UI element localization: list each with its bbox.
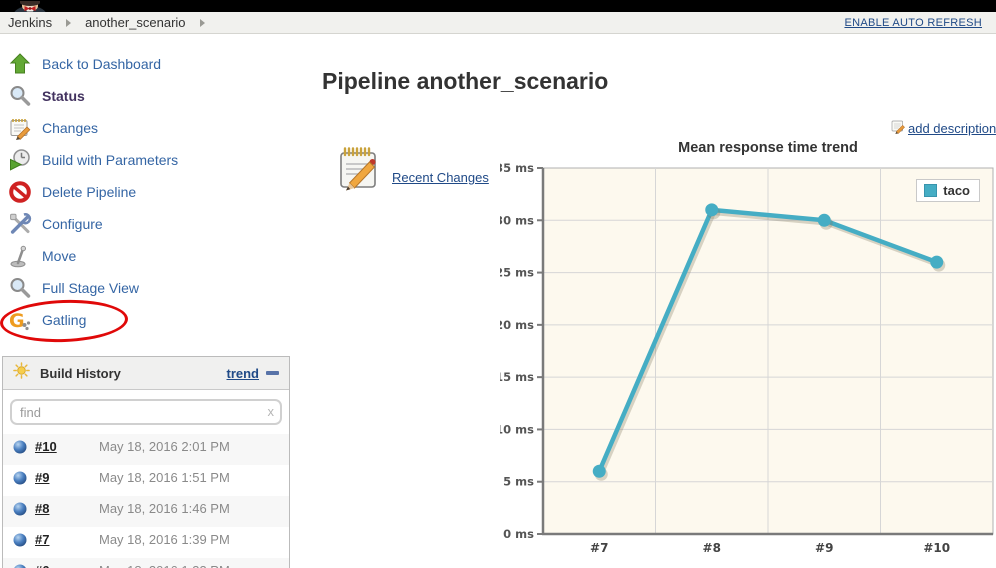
build-row[interactable]: #10 May 18, 2016 2:01 PM: [3, 434, 289, 465]
build-number-link[interactable]: #7: [35, 532, 75, 547]
clear-find-button[interactable]: x: [268, 404, 275, 419]
build-history-header: Build History trend: [3, 357, 289, 390]
trend-link[interactable]: trend: [227, 366, 260, 381]
recent-changes-icon: [336, 145, 382, 196]
sidebar-task-list: Back to Dashboard Status Changes: [0, 40, 296, 336]
build-history-find: x: [3, 390, 289, 434]
build-number-link[interactable]: #6: [35, 563, 75, 568]
breadcrumb-arrow-icon: [200, 19, 205, 27]
build-row[interactable]: #9 May 18, 2016 1:51 PM: [3, 465, 289, 496]
chart-title: Mean response time trend: [543, 140, 993, 156]
svg-text:30 ms: 30 ms: [500, 213, 534, 227]
clock-play-icon: [8, 148, 32, 172]
search-icon: [8, 84, 32, 108]
svg-text:#7: #7: [590, 541, 608, 555]
crossed-tools-icon: [8, 212, 32, 236]
recent-changes-link[interactable]: Recent Changes: [392, 170, 489, 185]
breadcrumb-bar: Jenkins another_scenario ENABLE AUTO REF…: [0, 12, 996, 34]
blue-ball-icon: [13, 440, 27, 454]
breadcrumb-job[interactable]: another_scenario: [85, 15, 185, 30]
build-history-title: Build History: [40, 366, 121, 381]
build-date: May 18, 2016 1:39 PM: [99, 532, 234, 547]
page-title: Pipeline another_scenario: [322, 68, 608, 95]
sidebar-item-move[interactable]: Move: [0, 240, 296, 272]
svg-text:0 ms: 0 ms: [503, 527, 534, 541]
blue-ball-icon: [13, 502, 27, 516]
build-date: May 18, 2016 2:01 PM: [99, 439, 234, 454]
svg-text:#8: #8: [703, 541, 721, 555]
up-arrow-icon: [8, 52, 32, 76]
add-description-link[interactable]: add description: [908, 121, 996, 136]
sidebar-item-build-with-parameters[interactable]: Build with Parameters: [0, 144, 296, 176]
build-number-link[interactable]: #8: [35, 501, 75, 516]
build-date: May 18, 2016 1:33 PM: [99, 563, 234, 568]
enable-auto-refresh-link[interactable]: ENABLE AUTO REFRESH: [844, 17, 982, 29]
gatling-icon: G: [8, 308, 32, 332]
build-date: May 18, 2016 1:51 PM: [99, 470, 234, 485]
build-number-link[interactable]: #9: [35, 470, 75, 485]
svg-text:20 ms: 20 ms: [500, 318, 534, 332]
blue-ball-icon: [13, 564, 27, 568]
svg-text:25 ms: 25 ms: [500, 266, 534, 280]
main-content: Pipeline another_scenario add descriptio…: [300, 34, 996, 568]
sidebar-item-delete-pipeline[interactable]: Delete Pipeline: [0, 176, 296, 208]
sidebar-item-full-stage-view[interactable]: Full Stage View: [0, 272, 296, 304]
sidebar-item-back-to-dashboard[interactable]: Back to Dashboard: [0, 48, 296, 80]
breadcrumb-jenkins[interactable]: Jenkins: [8, 15, 52, 30]
mean-response-time-chart: Mean response time trend 0 ms 5 ms 10 ms 15…: [500, 135, 996, 568]
build-number-link[interactable]: #10: [35, 439, 75, 454]
sidebar-item-gatling[interactable]: G Gatling: [0, 304, 296, 336]
svg-text:5 ms: 5 ms: [503, 475, 534, 489]
notepad-pencil-icon: [8, 116, 32, 140]
build-history-panel: Build History trend x #10 May 18, 2016 2…: [2, 356, 290, 568]
sun-icon: [13, 362, 30, 384]
svg-text:15 ms: 15 ms: [500, 370, 534, 384]
find-input[interactable]: [10, 399, 282, 425]
svg-text:35 ms: 35 ms: [500, 161, 534, 175]
search-icon: [8, 276, 32, 300]
sidebar-item-status[interactable]: Status: [0, 80, 296, 112]
build-row[interactable]: #8 May 18, 2016 1:46 PM: [3, 496, 289, 527]
blue-ball-icon: [13, 471, 27, 485]
sidebar-item-configure[interactable]: Configure: [0, 208, 296, 240]
legend-swatch-taco: [924, 184, 937, 197]
svg-text:10 ms: 10 ms: [500, 422, 534, 436]
collapse-icon[interactable]: [266, 371, 279, 375]
legend-label: taco: [943, 183, 970, 198]
svg-text:G: G: [9, 310, 25, 332]
chart-legend: taco: [916, 179, 980, 202]
build-row[interactable]: #6 May 18, 2016 1:33 PM: [3, 558, 289, 568]
blue-ball-icon: [13, 533, 27, 547]
lever-icon: [8, 244, 32, 268]
sidebar-item-changes[interactable]: Changes: [0, 112, 296, 144]
top-banner: [0, 0, 996, 12]
build-date: May 18, 2016 1:46 PM: [99, 501, 234, 516]
build-row[interactable]: #7 May 18, 2016 1:39 PM: [3, 527, 289, 558]
no-entry-icon: [8, 180, 32, 204]
breadcrumb-arrow-icon: [66, 19, 71, 27]
svg-text:#10: #10: [923, 541, 950, 555]
svg-text:#9: #9: [815, 541, 833, 555]
